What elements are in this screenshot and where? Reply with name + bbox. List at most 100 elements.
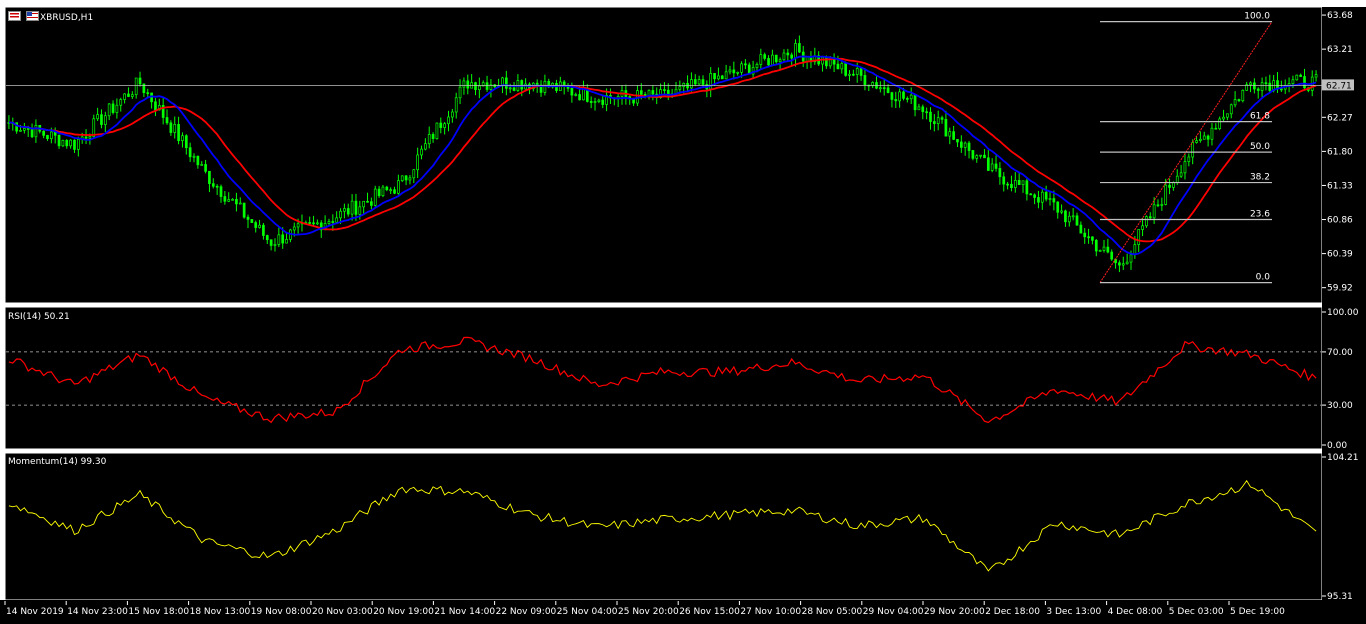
time-tick-label: 3 Dec 13:00: [1046, 607, 1101, 617]
price-tick-label: 61.33: [1327, 181, 1353, 191]
candle-body: [343, 208, 346, 212]
price-tick-label: 62.27: [1327, 113, 1353, 123]
candle-body: [1048, 198, 1052, 200]
price-tick-label: 59.92: [1327, 284, 1353, 294]
candle-body: [1183, 161, 1187, 174]
time-tick-label: 20 Nov 19:00: [373, 607, 434, 617]
candle-body: [794, 43, 797, 59]
candle-body: [597, 99, 601, 102]
candle-body: [223, 196, 227, 202]
candle-body: [693, 79, 697, 85]
chart-window: 63.6863.2162.7462.2761.8061.3360.8660.39…: [0, 0, 1366, 624]
candle-body: [840, 63, 844, 70]
candle-body: [1187, 156, 1191, 162]
candle-body: [1256, 88, 1260, 91]
candle-body: [103, 115, 107, 125]
candle-body: [1206, 135, 1210, 140]
current-price-label: 62.71: [1326, 81, 1352, 91]
candle-body: [1002, 176, 1006, 185]
candle-body: [1044, 191, 1048, 200]
time-tick-label: 25 Nov 20:00: [618, 607, 679, 617]
candle-body: [389, 189, 393, 192]
candle-body: [474, 82, 477, 90]
candle-body: [921, 106, 925, 113]
momentum-tick-label: 104.21: [1327, 453, 1359, 463]
candle-body: [34, 124, 38, 138]
candle-body: [1094, 239, 1098, 252]
candle-body: [1299, 74, 1302, 77]
momentum-panel[interactable]: [4, 452, 1323, 601]
candle-body: [1156, 204, 1160, 207]
candle-body: [1253, 82, 1256, 90]
candle-body: [651, 90, 655, 95]
candle-body: [1218, 118, 1222, 129]
candle-body: [1210, 127, 1214, 140]
candle-body: [786, 52, 790, 56]
candle-body: [1229, 104, 1233, 115]
candle-body: [184, 135, 188, 149]
price-tick-label: 63.21: [1327, 45, 1353, 55]
candle-body: [439, 122, 443, 128]
candle-body: [451, 111, 454, 118]
candle-body: [882, 87, 886, 90]
candle-body: [231, 198, 234, 201]
time-tick-label: 22 Nov 09:00: [496, 607, 557, 617]
candle-body: [852, 73, 855, 76]
candle-body: [940, 117, 944, 120]
candle-body: [1303, 76, 1306, 89]
rsi-panel[interactable]: [4, 306, 1323, 450]
candle-body: [1233, 99, 1237, 106]
candle-body: [1025, 180, 1029, 195]
candle-body: [169, 122, 173, 133]
candle-body: [967, 142, 971, 151]
time-tick-label: 29 Nov 04:00: [863, 607, 924, 617]
candle-body: [697, 79, 701, 85]
candle-body: [1195, 140, 1198, 143]
candle-body: [73, 139, 76, 150]
main-panel[interactable]: [4, 6, 1323, 304]
candle-body: [1060, 210, 1063, 213]
price-tick-label: 60.86: [1327, 216, 1353, 226]
candle-body: [589, 101, 593, 103]
menu-icon[interactable]: [8, 11, 21, 21]
candle-body: [744, 63, 747, 66]
flag-icon[interactable]: [25, 11, 39, 21]
candle-body: [134, 77, 138, 96]
candle-body: [720, 75, 724, 80]
candle-body: [296, 223, 300, 228]
candle-body: [979, 154, 982, 157]
candle-body: [771, 54, 774, 66]
candle-body: [331, 221, 335, 223]
candle-body: [956, 139, 959, 143]
candle-body: [512, 87, 516, 91]
fib-level-label: 23.6: [1250, 210, 1270, 220]
candle-body: [1056, 201, 1060, 213]
candle-body: [1268, 82, 1272, 91]
candle-body: [1064, 210, 1067, 223]
candle-body: [905, 98, 909, 100]
candle-body: [30, 128, 34, 138]
candle-body: [107, 103, 111, 117]
candle-body: [165, 117, 169, 124]
price-tick-label: 61.80: [1327, 147, 1353, 157]
candle-body: [1052, 198, 1056, 203]
candle-body: [1202, 135, 1206, 140]
candle-body: [570, 87, 574, 96]
candle-body: [909, 94, 913, 100]
candle-body: [219, 186, 223, 197]
current-price-tag: 62.71: [1322, 79, 1354, 91]
candle-body: [177, 124, 180, 142]
candle-body: [435, 122, 439, 139]
candle-body: [663, 89, 666, 91]
candle-body: [173, 124, 177, 133]
candle-body: [1241, 89, 1245, 102]
candle-body: [477, 85, 481, 90]
candle-body: [1226, 113, 1229, 118]
time-tick-label: 28 Nov 05:00: [802, 607, 863, 617]
candle-body: [192, 155, 196, 158]
rsi-tick-label: 30.00: [1327, 401, 1353, 411]
candle-body: [454, 97, 458, 113]
candle-body: [242, 202, 246, 218]
candle-body: [485, 82, 489, 90]
candle-body: [385, 186, 389, 191]
